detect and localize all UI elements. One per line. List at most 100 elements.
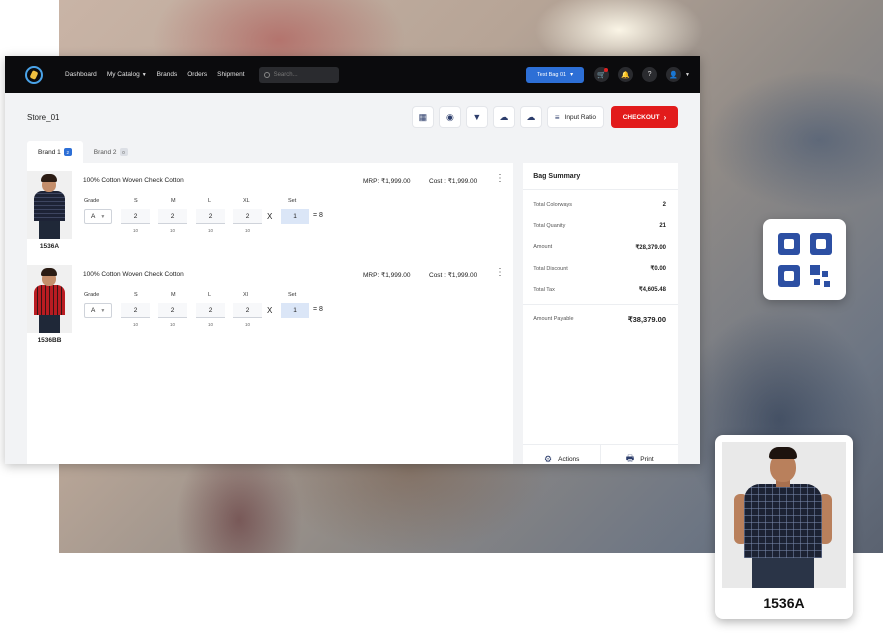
page-content: Store_01 ▦ ◉ ▼ ☁ ☁ ≡ Input Ratio CHECKOU…	[5, 93, 700, 464]
eye-icon[interactable]: ◉	[439, 107, 460, 127]
print-button[interactable]: 🖶 Print	[600, 445, 678, 464]
nav-brands[interactable]: Brands	[157, 71, 178, 78]
tab-brand-1[interactable]: Brand 1 2	[27, 141, 83, 163]
app-logo[interactable]	[25, 65, 43, 84]
size-header-xl: XL	[243, 198, 250, 204]
stock-xl: 10	[244, 228, 250, 233]
product-mrp: MRP: ₹1,999.00	[363, 272, 411, 279]
product-title: 100% Cotton Woven Check Cotton	[83, 177, 184, 184]
qty-input-s[interactable]: 2	[121, 209, 150, 224]
main-area: 1536A 100% Cotton Woven Check Cotton MRP…	[27, 163, 679, 464]
product-sku: 1536BB	[37, 337, 62, 344]
brand-tabs: Brand 1 2 Brand 2 0	[27, 141, 678, 163]
tab-brand-1-badge: 2	[63, 148, 72, 156]
product-preview-card: 1536A	[715, 435, 853, 619]
nav-my-catalog[interactable]: My Catalog ▼	[107, 71, 147, 78]
caret-down-icon: ▾	[570, 72, 574, 78]
qty-input-m[interactable]: 2	[158, 303, 187, 318]
bag-select-dropdown[interactable]: Test Bag 01 ▾	[526, 66, 585, 83]
chevron-down-icon: ▼	[100, 213, 106, 220]
tab-brand-2-label: Brand 2	[93, 148, 117, 156]
grade-select[interactable]: A ▼	[84, 209, 112, 224]
cart-icon[interactable]: 🛒	[594, 67, 610, 82]
size-header-l: L	[208, 198, 212, 204]
product-title: 100% Cotton Woven Check Cotton	[83, 271, 184, 278]
action-toolbar: ▦ ◉ ▼ ☁ ☁ ≡ Input Ratio CHECKOUT ›	[406, 106, 678, 128]
more-options-icon[interactable]: ⋮	[495, 174, 505, 184]
search-icon	[263, 71, 270, 78]
amount-payable-row: Amount Payable ₹38,379.00	[523, 305, 678, 333]
summary-row: Amount ₹28,379.00	[523, 237, 678, 258]
summary-value: 2	[662, 201, 666, 208]
multiply-sign: X	[267, 212, 273, 221]
printer-icon: 🖶	[625, 453, 635, 463]
actions-label: Actions	[558, 455, 580, 463]
grade-header: Grade	[84, 198, 100, 204]
stock-xl: 10	[244, 322, 250, 327]
qty-input-s[interactable]: 2	[121, 303, 150, 318]
amount-payable-value: ₹38,379.00	[627, 314, 666, 324]
store-header: Store_01 ▦ ◉ ▼ ☁ ☁ ≡ Input Ratio CHECKOU…	[27, 93, 678, 141]
size-header-m: M	[171, 198, 176, 204]
qty-input-xl[interactable]: 2	[233, 303, 262, 318]
qty-input-l[interactable]: 2	[196, 303, 225, 318]
app-window: Dashboard My Catalog ▼ Brands Orders Ship…	[5, 56, 700, 464]
nav-shipment[interactable]: Shipment	[217, 71, 244, 78]
gear-icon: ⚙	[544, 453, 553, 464]
summary-row: Total Quanity 21	[523, 215, 678, 236]
search-input[interactable]: Search...	[258, 66, 339, 83]
nav-my-catalog-label: My Catalog	[106, 71, 140, 78]
summary-value: 21	[659, 222, 666, 229]
input-ratio-label: Input Ratio	[564, 113, 596, 121]
product-preview-sku: 1536A	[763, 595, 805, 611]
user-icon[interactable]: 👤	[666, 67, 682, 82]
product-mrp: MRP: ₹1,999.00	[363, 178, 411, 185]
tab-brand-1-label: Brand 1	[38, 148, 61, 156]
set-total: = 8	[313, 212, 323, 219]
chevron-down-icon: ▼	[141, 72, 147, 78]
cloud-download-icon[interactable]: ☁	[520, 107, 541, 127]
checkout-button[interactable]: CHECKOUT ›	[611, 106, 678, 128]
stock-m: 10	[169, 228, 175, 233]
bell-icon[interactable]: 🔔	[618, 67, 634, 82]
help-icon[interactable]: ?	[642, 67, 658, 82]
qty-input-l[interactable]: 2	[196, 209, 225, 224]
set-total: = 8	[313, 306, 323, 313]
summary-label: Total Discount	[533, 265, 568, 272]
actions-button[interactable]: ⚙ Actions	[523, 445, 600, 464]
product-row: 1536A 100% Cotton Woven Check Cotton MRP…	[27, 167, 513, 261]
stock-s: 10	[132, 322, 138, 327]
qr-code-card	[763, 219, 846, 300]
grade-header: Grade	[84, 292, 100, 298]
nav-dashboard[interactable]: Dashboard	[65, 71, 97, 78]
tab-brand-2[interactable]: Brand 2 0	[83, 141, 139, 163]
product-list: 1536A 100% Cotton Woven Check Cotton MRP…	[27, 163, 514, 464]
cloud-upload-icon[interactable]: ☁	[493, 107, 514, 127]
filter-icon[interactable]: ▼	[466, 107, 487, 127]
more-options-icon[interactable]: ⋮	[495, 268, 505, 278]
input-ratio-button[interactable]: ≡ Input Ratio	[547, 107, 603, 127]
summary-row: Total Tax ₹4,605.48	[523, 279, 678, 300]
bag-select-value: Test Bag 01	[537, 71, 567, 78]
set-input[interactable]: 1	[281, 303, 309, 318]
product-thumbnail[interactable]	[27, 265, 72, 333]
set-header: Set	[288, 292, 297, 298]
set-input[interactable]: 1	[281, 209, 309, 224]
product-sku: 1536A	[39, 243, 60, 250]
grade-select[interactable]: A ▼	[84, 303, 112, 318]
chevron-right-icon: ›	[663, 112, 667, 122]
qty-input-m[interactable]: 2	[158, 209, 187, 224]
product-row: 1536BB 100% Cotton Woven Check Cotton MR…	[27, 261, 513, 355]
nav-orders[interactable]: Orders	[187, 71, 207, 78]
user-menu-caret-icon[interactable]: ▼	[685, 72, 690, 78]
grade-value: A	[91, 213, 96, 220]
qr-code-icon[interactable]: ▦	[412, 107, 433, 127]
qty-input-xl[interactable]: 2	[233, 209, 262, 224]
print-label: Print	[640, 455, 654, 463]
top-navbar: Dashboard My Catalog ▼ Brands Orders Ship…	[5, 56, 700, 93]
size-header-l: L	[208, 292, 212, 298]
chevron-down-icon: ▼	[100, 307, 106, 314]
marketing-composite: Dashboard My Catalog ▼ Brands Orders Ship…	[0, 0, 883, 641]
product-thumbnail[interactable]	[27, 171, 72, 239]
amount-payable-label: Amount Payable	[533, 316, 574, 323]
